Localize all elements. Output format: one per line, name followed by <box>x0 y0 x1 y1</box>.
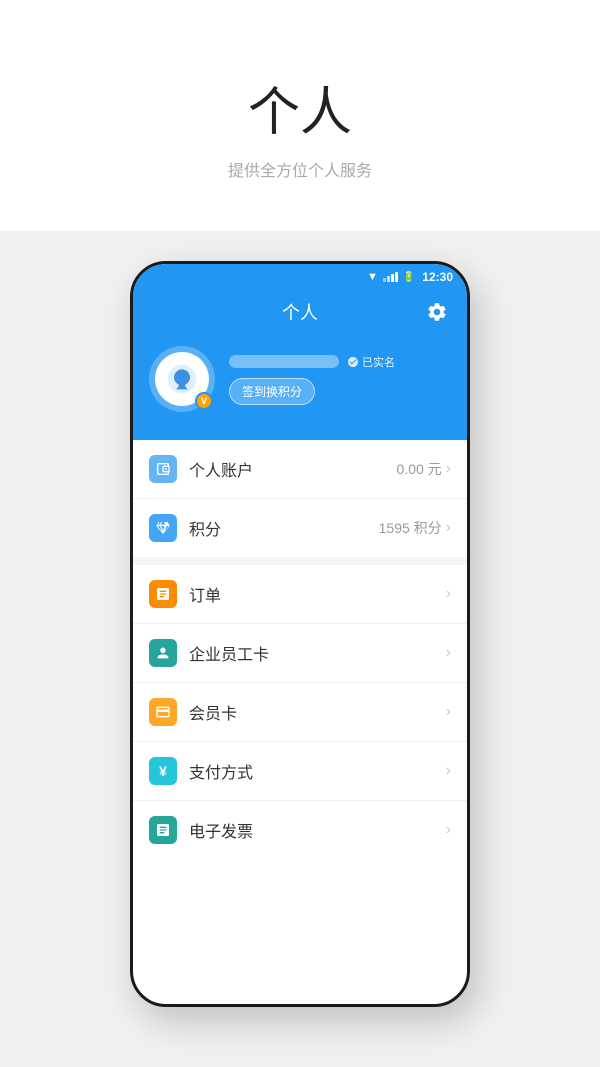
personal-account-label: 个人账户 <box>189 457 397 481</box>
settings-button[interactable] <box>423 298 451 326</box>
invoice-label: 电子发票 <box>189 818 446 842</box>
diamond-icon <box>149 514 177 542</box>
menu-item-orders[interactable]: 订单 › <box>133 565 467 624</box>
user-profile: V 已实名 签到换积分 <box>133 342 467 440</box>
employee-icon <box>149 639 177 667</box>
chevron-icon: › <box>446 460 451 478</box>
verified-icon <box>347 356 359 368</box>
menu-item-member-card[interactable]: 会员卡 › <box>133 683 467 742</box>
checkin-label: 签到换积分 <box>242 385 302 399</box>
wallet-icon <box>149 455 177 483</box>
chevron-icon-5: › <box>446 703 451 721</box>
chevron-icon-6: › <box>446 762 451 780</box>
avatar-wrap: V <box>149 346 215 412</box>
services-section: 订单 › 企业员工卡 › <box>133 565 467 859</box>
invoice-icon <box>149 816 177 844</box>
verified-text: 已实名 <box>362 354 395 370</box>
menu-item-payment[interactable]: ¥ 支付方式 › <box>133 742 467 801</box>
status-bar: ▼ 🔋 12:30 <box>133 264 467 290</box>
points-label: 积分 <box>189 516 379 540</box>
phone-wrapper: ▼ 🔋 12:30 个人 <box>0 231 600 1067</box>
page-header: 个人 提供全方位个人服务 <box>0 0 600 231</box>
phone-shell: ▼ 🔋 12:30 个人 <box>130 261 470 1007</box>
page-title: 个人 <box>20 70 580 145</box>
account-section: 个人账户 0.00 元 › 积分 1595 积分 › <box>133 440 467 557</box>
member-icon <box>149 698 177 726</box>
menu-item-points[interactable]: 积分 1595 积分 › <box>133 499 467 557</box>
content-area: 个人账户 0.00 元 › 积分 1595 积分 › <box>133 440 467 859</box>
menu-item-personal-account[interactable]: 个人账户 0.00 元 › <box>133 440 467 499</box>
personal-account-value: 0.00 元 <box>397 459 442 479</box>
user-name-row: 已实名 <box>229 354 451 370</box>
order-icon <box>149 580 177 608</box>
battery-icon: 🔋 <box>403 272 415 283</box>
menu-item-invoice[interactable]: 电子发票 › <box>133 801 467 859</box>
status-time: 12:30 <box>422 270 453 284</box>
payment-label: 支付方式 <box>189 759 446 783</box>
avatar-logo-icon <box>166 363 198 395</box>
checkin-button[interactable]: 签到换积分 <box>229 378 315 405</box>
chevron-icon-4: › <box>446 644 451 662</box>
user-name-bar <box>229 355 339 368</box>
menu-item-employee-card[interactable]: 企业员工卡 › <box>133 624 467 683</box>
gear-icon <box>426 301 448 323</box>
member-card-label: 会员卡 <box>189 700 446 724</box>
yuan-symbol: ¥ <box>159 763 167 779</box>
employee-card-label: 企业员工卡 <box>189 641 446 665</box>
orders-label: 订单 <box>189 582 446 606</box>
verified-badge: 已实名 <box>347 354 395 370</box>
points-value: 1595 积分 <box>379 518 442 538</box>
app-header: 个人 <box>133 290 467 342</box>
chevron-icon-3: › <box>446 585 451 603</box>
page-background: 个人 提供全方位个人服务 ▼ 🔋 12:30 个人 <box>0 0 600 1067</box>
vip-badge: V <box>195 392 213 410</box>
wifi-icon: ▼ <box>367 271 378 283</box>
payment-icon: ¥ <box>149 757 177 785</box>
user-info: 已实名 签到换积分 <box>229 354 451 405</box>
page-subtitle: 提供全方位个人服务 <box>20 157 580 181</box>
chevron-icon-7: › <box>446 821 451 839</box>
chevron-icon-2: › <box>446 519 451 537</box>
signal-icon <box>383 272 398 282</box>
app-header-title: 个人 <box>282 299 318 325</box>
